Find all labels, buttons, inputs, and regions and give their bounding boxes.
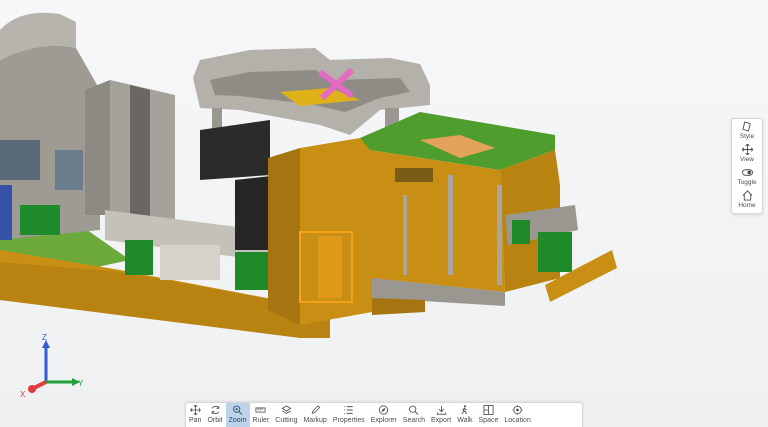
location-button[interactable]: Location xyxy=(501,403,533,427)
gold-tower-left xyxy=(268,148,300,325)
location-icon xyxy=(512,405,523,415)
axis-y-label: Y xyxy=(78,379,84,388)
cutting-button[interactable]: Cutting xyxy=(272,403,300,427)
view-icon xyxy=(741,144,753,155)
highlighted-stair-fill xyxy=(318,236,342,298)
right-pilaster-3 xyxy=(497,185,502,285)
right-pilaster-1 xyxy=(403,195,407,275)
cutting-icon xyxy=(281,405,292,414)
location-label: Location xyxy=(504,417,531,424)
search-label: Search xyxy=(402,417,425,424)
space-icon xyxy=(483,405,494,415)
zoom-button[interactable]: Zoom xyxy=(225,403,250,427)
right-pilaster-2 xyxy=(448,175,453,275)
central-tower-stripe xyxy=(130,85,150,225)
explorer-button[interactable]: Explorer xyxy=(368,403,400,427)
properties-icon xyxy=(344,406,353,414)
right-block-front xyxy=(370,150,505,292)
space-button[interactable]: Space xyxy=(476,403,502,427)
axis-gizmo: Z Y X xyxy=(20,333,92,399)
right-green-panel-1 xyxy=(512,220,530,244)
export-button[interactable]: Export xyxy=(428,403,454,427)
left-tower-green-panel xyxy=(20,205,60,235)
search-button[interactable]: Search xyxy=(400,403,428,427)
ruler-icon xyxy=(255,407,266,413)
home-button[interactable]: Home xyxy=(732,190,762,213)
style-label: Style xyxy=(739,133,755,140)
home-label: Home xyxy=(738,202,756,209)
search-icon xyxy=(409,405,419,415)
zoom-icon xyxy=(233,405,243,415)
base-step xyxy=(372,298,425,315)
explorer-icon xyxy=(379,405,389,415)
export-label: Export xyxy=(430,417,452,424)
walk-icon xyxy=(461,405,468,415)
properties-button[interactable]: Properties xyxy=(330,403,368,427)
right-green-panel-2 xyxy=(538,232,572,272)
axis-x-label: X xyxy=(20,390,26,399)
markup-button[interactable]: Markup xyxy=(300,403,329,427)
markup-label: Markup xyxy=(303,417,327,424)
orbit-label: Orbit xyxy=(207,417,223,424)
zoom-label: Zoom xyxy=(228,417,247,424)
left-tower-glass-1 xyxy=(0,140,40,180)
toggle-label: Toggle xyxy=(737,179,757,186)
pan-icon xyxy=(189,405,201,415)
bottom-toolbar: Pan Orbit Zoom Ruler Cutting Markup Prop… xyxy=(185,402,583,427)
explorer-label: Explorer xyxy=(370,417,397,424)
view-label: View xyxy=(740,156,754,163)
3d-viewport[interactable]: Z Y X xyxy=(0,0,768,427)
properties-label: Properties xyxy=(332,417,365,424)
view-button[interactable]: View xyxy=(732,144,762,167)
cutting-label: Cutting xyxy=(275,417,298,424)
middle-green-panel-1 xyxy=(125,240,153,275)
middle-dark-opening xyxy=(160,245,220,280)
markup-icon xyxy=(311,405,320,414)
toggle-button[interactable]: Toggle xyxy=(732,167,762,190)
style-icon xyxy=(741,121,751,132)
left-tower-glass-2 xyxy=(55,150,83,190)
axis-triad-icon xyxy=(28,340,80,393)
home-icon xyxy=(742,190,752,201)
ruler-label: Ruler xyxy=(252,417,270,424)
dark-block xyxy=(200,120,270,180)
pan-button[interactable]: Pan xyxy=(186,403,204,427)
right-window-band xyxy=(395,168,433,182)
ruler-button[interactable]: Ruler xyxy=(250,403,273,427)
space-label: Space xyxy=(478,417,499,424)
building-model[interactable] xyxy=(0,0,768,427)
axis-z-label: Z xyxy=(42,333,47,342)
view-side-panel: Style View Toggle Home xyxy=(731,118,763,214)
toggle-icon xyxy=(741,169,753,176)
left-tower-strip xyxy=(0,185,12,240)
walk-label: Walk xyxy=(457,417,473,424)
pan-label: Pan xyxy=(189,417,202,424)
central-tower-left xyxy=(85,80,110,215)
walk-button[interactable]: Walk xyxy=(454,403,475,427)
orbit-button[interactable]: Orbit xyxy=(204,403,225,427)
export-icon xyxy=(436,405,446,415)
style-button[interactable]: Style xyxy=(732,121,762,144)
orbit-icon xyxy=(211,405,219,415)
